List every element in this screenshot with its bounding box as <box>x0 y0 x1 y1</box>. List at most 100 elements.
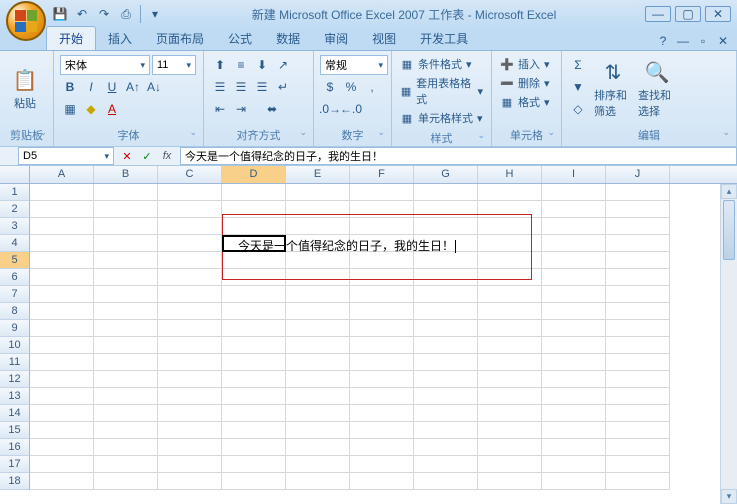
cell-B11[interactable] <box>94 354 158 371</box>
cell-J10[interactable] <box>606 337 670 354</box>
col-header-G[interactable]: G <box>414 166 478 183</box>
tab-insert[interactable]: 插入 <box>96 27 144 50</box>
cell-I13[interactable] <box>542 388 606 405</box>
cell-I8[interactable] <box>542 303 606 320</box>
cell-F7[interactable] <box>350 286 414 303</box>
cell-styles-button[interactable]: ▦单元格样式▾ <box>398 109 485 127</box>
cell-E16[interactable] <box>286 439 350 456</box>
cell-B5[interactable] <box>94 252 158 269</box>
cell-F10[interactable] <box>350 337 414 354</box>
col-header-F[interactable]: F <box>350 166 414 183</box>
cell-J2[interactable] <box>606 201 670 218</box>
redo-icon[interactable]: ↷ <box>96 6 112 22</box>
cell-B18[interactable] <box>94 473 158 490</box>
row-header-12[interactable]: 12 <box>0 371 30 388</box>
cell-J12[interactable] <box>606 371 670 388</box>
cell-G16[interactable] <box>414 439 478 456</box>
cell-J4[interactable] <box>606 235 670 252</box>
grow-font-button[interactable]: A↑ <box>123 77 143 97</box>
cell-G1[interactable] <box>414 184 478 201</box>
cell-C13[interactable] <box>158 388 222 405</box>
cell-G18[interactable] <box>414 473 478 490</box>
align-right-button[interactable]: ☰ <box>252 77 272 97</box>
cell-A5[interactable] <box>30 252 94 269</box>
cancel-icon[interactable]: ✕ <box>118 148 136 164</box>
row-header-17[interactable]: 17 <box>0 456 30 473</box>
align-center-button[interactable]: ☰ <box>231 77 251 97</box>
row-header-11[interactable]: 11 <box>0 354 30 371</box>
phonetic-button[interactable]: 𡦹 <box>123 99 143 119</box>
enter-icon[interactable]: ✓ <box>138 148 156 164</box>
cell-I9[interactable] <box>542 320 606 337</box>
row-header-7[interactable]: 7 <box>0 286 30 303</box>
cell-E9[interactable] <box>286 320 350 337</box>
cell-B14[interactable] <box>94 405 158 422</box>
shrink-font-button[interactable]: A↓ <box>144 77 164 97</box>
cell-J8[interactable] <box>606 303 670 320</box>
cell-E6[interactable] <box>286 269 350 286</box>
cell-H1[interactable] <box>478 184 542 201</box>
cell-J16[interactable] <box>606 439 670 456</box>
cell-H10[interactable] <box>478 337 542 354</box>
cell-A1[interactable] <box>30 184 94 201</box>
tab-review[interactable]: 审阅 <box>312 27 360 50</box>
cell-C5[interactable] <box>158 252 222 269</box>
tab-pagelayout[interactable]: 页面布局 <box>144 27 216 50</box>
cell-H5[interactable] <box>478 252 542 269</box>
cell-A18[interactable] <box>30 473 94 490</box>
row-header-18[interactable]: 18 <box>0 473 30 490</box>
orientation-button[interactable]: ↗ <box>273 55 293 75</box>
cell-F6[interactable] <box>350 269 414 286</box>
undo-icon[interactable]: ↶ <box>74 6 90 22</box>
border-button[interactable]: ▦ <box>60 99 80 119</box>
cell-F3[interactable] <box>350 218 414 235</box>
cell-J14[interactable] <box>606 405 670 422</box>
cell-D16[interactable] <box>222 439 286 456</box>
paste-button[interactable]: 📋 粘贴 <box>4 53 46 126</box>
cell-B1[interactable] <box>94 184 158 201</box>
cell-F5[interactable] <box>350 252 414 269</box>
cell-E12[interactable] <box>286 371 350 388</box>
cell-C3[interactable] <box>158 218 222 235</box>
cell-B9[interactable] <box>94 320 158 337</box>
cell-G8[interactable] <box>414 303 478 320</box>
row-header-15[interactable]: 15 <box>0 422 30 439</box>
col-header-D[interactable]: D <box>222 166 286 183</box>
help-icon[interactable]: ? <box>655 34 671 48</box>
cell-E10[interactable] <box>286 337 350 354</box>
cell-C15[interactable] <box>158 422 222 439</box>
cell-H13[interactable] <box>478 388 542 405</box>
cell-J7[interactable] <box>606 286 670 303</box>
format-table-button[interactable]: ▦套用表格格式▾ <box>398 74 485 108</box>
col-header-I[interactable]: I <box>542 166 606 183</box>
cell-H16[interactable] <box>478 439 542 456</box>
underline-button[interactable]: U <box>102 77 122 97</box>
cell-B15[interactable] <box>94 422 158 439</box>
cell-B13[interactable] <box>94 388 158 405</box>
cell-I16[interactable] <box>542 439 606 456</box>
mdi-close-icon[interactable]: ✕ <box>715 34 731 48</box>
formula-input[interactable]: 今天是一个值得纪念的日子，我的生日！ <box>180 147 737 165</box>
cell-B4[interactable] <box>94 235 158 252</box>
cell-H15[interactable] <box>478 422 542 439</box>
cell-J18[interactable] <box>606 473 670 490</box>
tab-home[interactable]: 开始 <box>46 26 96 50</box>
cell-C7[interactable] <box>158 286 222 303</box>
row-header-1[interactable]: 1 <box>0 184 30 201</box>
decrease-decimal-button[interactable]: ←.0 <box>341 99 361 119</box>
cell-A6[interactable] <box>30 269 94 286</box>
cell-D7[interactable] <box>222 286 286 303</box>
tab-formulas[interactable]: 公式 <box>216 27 264 50</box>
font-name-combo[interactable]: 宋体▾ <box>60 55 150 75</box>
row-header-2[interactable]: 2 <box>0 201 30 218</box>
mdi-minimize-icon[interactable]: — <box>675 34 691 48</box>
worksheet-grid[interactable]: ABCDEFGHIJ 123456789101112131415161718 今… <box>0 166 737 504</box>
col-header-H[interactable]: H <box>478 166 542 183</box>
col-header-B[interactable]: B <box>94 166 158 183</box>
cell-J15[interactable] <box>606 422 670 439</box>
cell-D13[interactable] <box>222 388 286 405</box>
font-size-combo[interactable]: 11▾ <box>152 55 196 75</box>
cell-F12[interactable] <box>350 371 414 388</box>
cell-C4[interactable] <box>158 235 222 252</box>
cell-J5[interactable] <box>606 252 670 269</box>
